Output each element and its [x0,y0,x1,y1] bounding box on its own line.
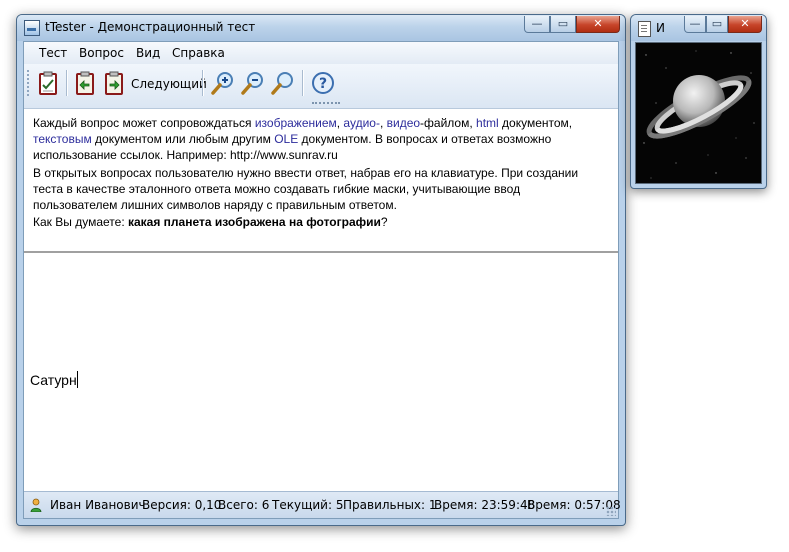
question-paragraph-2: В открытых вопросах пользователю нужно в… [33,166,579,212]
question-link[interactable]: видео [387,116,420,130]
menu-help[interactable]: Справка [172,46,225,60]
status-time-total: Время: 23:59:48 [434,498,536,512]
question-paragraph-3: Как Вы думаете: какая планета изображена… [33,214,598,230]
checklist-icon[interactable] [36,70,60,96]
toolbar-separator [302,70,304,96]
status-correct: Правильных: 1 [343,498,437,512]
image-minimize-button[interactable]: — [684,16,706,33]
main-window: tTester - Демонстрационный тест — ▭ ✕ Те… [16,14,626,526]
app-icon [24,20,40,36]
answer-value: Сатурн [30,371,78,388]
status-total: Всего: 6 [218,498,270,512]
title-bar[interactable]: tTester - Демонстрационный тест — ▭ ✕ [17,15,625,41]
client-area: Тест Вопрос Вид Справка Следующий ? Кажд… [23,41,621,519]
toolbar: Следующий ? [24,64,618,109]
zoom-icon[interactable] [270,70,294,96]
close-button[interactable]: ✕ [576,16,620,33]
question-main: какая планета изображена на фотографии [127,215,381,229]
toolbar-drag-dots [312,102,340,107]
text-caret [76,371,78,388]
toolbar-grip[interactable] [27,70,32,96]
question-text: Каждый вопрос может сопровождаться [33,116,255,130]
question-text: документом, [498,116,573,130]
question-paragraph-1: Каждый вопрос может сопровождаться изобр… [33,115,598,163]
status-user: Иван Иванович [50,498,146,512]
image-window: И — ▭ ✕ [630,14,767,189]
image-caption-buttons: — ▭ ✕ [684,16,762,34]
saturn-image [635,42,762,184]
image-maximize-button[interactable]: ▭ [706,16,728,33]
question-text: , [379,116,387,130]
question-suffix: ? [380,215,388,229]
question-prefix: Как Вы думаете: [33,215,128,229]
caption-buttons: — ▭ ✕ [524,16,620,34]
question-text: -файлом, [420,116,477,130]
answer-input[interactable]: Сатурн [24,253,618,490]
status-version: Версия: 0,10 [142,498,222,512]
question-text: документом или любым другим [91,132,275,146]
document-icon [638,21,651,37]
question-link[interactable]: OLE [274,132,298,146]
question-link[interactable]: изображением [255,116,337,130]
status-current: Текущий: 5 [272,498,344,512]
svg-text:?: ? [319,76,327,92]
user-icon [30,498,42,513]
resize-grip[interactable] [606,506,616,516]
window-title: tTester - Демонстрационный тест [45,20,256,34]
back-icon[interactable] [73,70,97,96]
menu-bar: Тест Вопрос Вид Справка [24,42,618,64]
image-window-title-bar[interactable]: И — ▭ ✕ [631,15,766,41]
question-link[interactable]: аудио- [343,116,380,130]
question-link[interactable]: html [476,116,499,130]
maximize-button[interactable]: ▭ [550,16,576,33]
zoom-in-icon[interactable] [210,70,234,96]
question-panel: Каждый вопрос может сопровождаться изобр… [24,109,618,253]
forward-icon[interactable] [102,70,126,96]
zoom-out-icon[interactable] [240,70,264,96]
status-bar: Иван Иванович Версия: 0,10 Всего: 6 Теку… [24,491,621,518]
toolbar-separator [66,70,68,96]
menu-test[interactable]: Тест [39,46,67,60]
next-button-label[interactable]: Следующий [131,77,207,91]
menu-question[interactable]: Вопрос [79,46,124,60]
menu-view[interactable]: Вид [136,46,160,60]
image-window-title: И [656,21,665,35]
minimize-button[interactable]: — [524,16,550,33]
help-icon[interactable]: ? [310,70,334,96]
question-link[interactable]: текстовым [33,132,92,146]
toolbar-separator [202,70,204,96]
image-close-button[interactable]: ✕ [728,16,762,33]
